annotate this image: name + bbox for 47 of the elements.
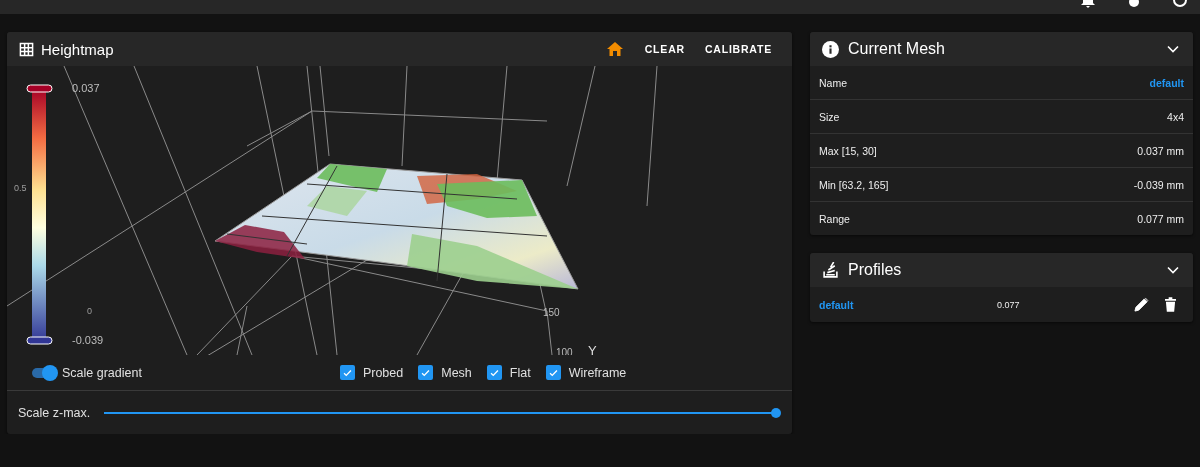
row-value: -0.039 mm [1133,178,1184,191]
scale-label: 0.5 [14,183,27,193]
checkbox[interactable] [418,365,434,380]
row-label: Size [819,110,840,123]
profile-range: 0.077 [997,299,1021,310]
card-title: Current Mesh [848,40,945,58]
grid-icon [19,41,34,57]
info-icon [822,40,839,58]
card-title: Heightmap [41,40,114,58]
profile-link[interactable]: default [819,298,997,311]
checkbox-label: Flat [509,365,531,380]
bell-icon[interactable] [1080,0,1096,10]
row-label: Name [819,76,847,89]
checkbox[interactable] [545,365,561,380]
scale-label: -0.039 [72,334,104,346]
row-value: 0.077 mm [1137,212,1184,225]
scale-label: 0.037 [72,82,100,94]
slider-thumb[interactable] [771,407,781,418]
axis-label: 150 [543,307,560,318]
slider-label: Scale z-max. [18,405,91,420]
axis-label: Y [588,343,597,355]
pencil-icon [1134,297,1149,312]
toggle-switch[interactable] [31,364,57,381]
checkbox[interactable] [486,365,502,380]
checkbox[interactable] [339,365,355,380]
chevron-icon [1167,45,1179,53]
row-value: 0.037 mm [1137,144,1184,157]
action-button[interactable]: CALIBRATE [696,37,780,61]
card-title: Profiles [848,261,902,279]
row-label: Range [819,212,850,225]
profile-link[interactable]: default [1149,76,1184,89]
checkbox-label: Probed [362,365,404,380]
checkbox-label: Wireframe [568,365,627,380]
scale-label: 0 [87,306,92,316]
toggle-label: Scale gradient [62,365,142,380]
home-icon [606,42,623,56]
collapse-button[interactable] [1165,264,1181,276]
trash-icon [1165,297,1176,312]
chevron-icon [1167,266,1179,274]
checkbox-label: Mesh [441,365,472,380]
collapse-button[interactable] [1165,43,1181,55]
row-value: 4x4 [1167,110,1184,123]
row-label: Min [63.2, 165] [819,178,889,191]
row-label: Max [15, 30] [819,144,877,157]
stack-icon [822,261,839,279]
action-button[interactable]: CLEAR [636,37,693,61]
power-icon[interactable] [1172,0,1188,10]
